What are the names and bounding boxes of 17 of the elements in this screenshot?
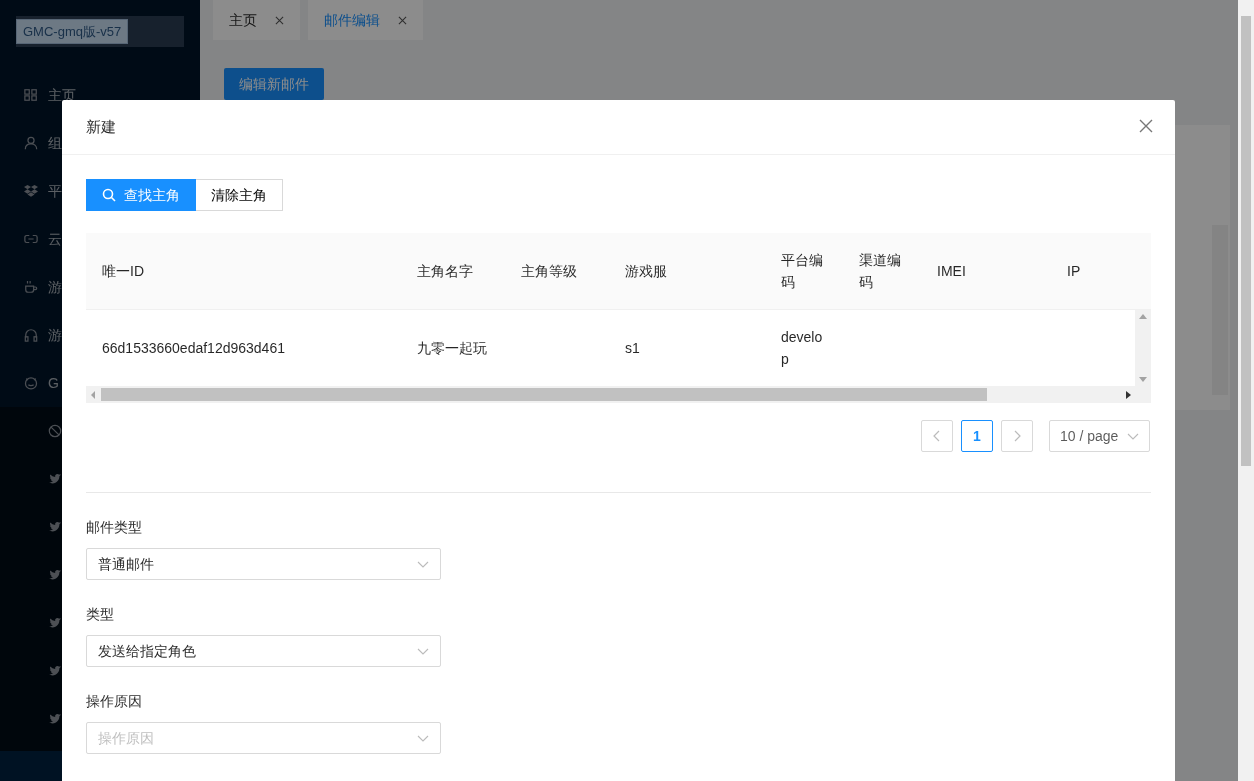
field-label: 操作原因	[86, 692, 143, 711]
modal-title: 新建	[86, 116, 116, 137]
column-header: IMEI	[936, 262, 967, 281]
column-header: IP	[1066, 262, 1082, 281]
table-cell-text: develop	[780, 328, 824, 369]
column-header: 主角名字	[416, 262, 474, 281]
column-header: 渠道编码	[858, 251, 902, 292]
table-cell-text: 66d1533660edaf12d963d461	[101, 339, 286, 358]
column-header: 唯一ID	[101, 262, 145, 281]
table-cell-text: s1	[624, 339, 641, 358]
column-header: 主角等级	[520, 262, 578, 281]
field-label: 邮件类型	[86, 518, 143, 537]
column-header: 平台编码	[780, 251, 824, 292]
table-cell-text: 九零一起玩	[416, 339, 488, 358]
column-header: 游戏服	[624, 262, 668, 281]
logo: GMC-gmq版-v57	[16, 18, 129, 45]
field-label: 类型	[86, 605, 115, 624]
